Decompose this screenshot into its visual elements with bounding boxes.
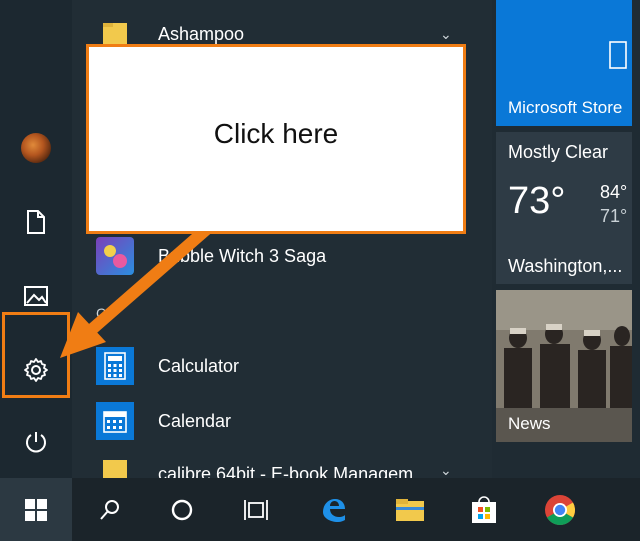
tile-label: News (508, 414, 551, 433)
weather-condition: Mostly Clear (508, 142, 609, 162)
task-view-button[interactable] (224, 478, 288, 541)
start-menu-rail (0, 0, 72, 478)
document-icon (27, 210, 45, 234)
tile-label: Microsoft Store (508, 98, 623, 117)
task-view-icon (244, 499, 268, 520)
chrome-button[interactable] (528, 478, 592, 541)
settings-highlight-box (2, 312, 70, 398)
list-item-bubble-witch[interactable]: Bubble Witch 3 Saga (96, 232, 326, 280)
list-item-calibre[interactable]: calibre 64bit - E-book Managem (96, 452, 413, 478)
taskbar (0, 478, 640, 541)
start-button[interactable] (0, 478, 72, 541)
cortana-icon (171, 499, 193, 520)
store-bag-icon (609, 41, 627, 69)
app-label: Bubble Witch 3 Saga (158, 245, 327, 266)
folder-icon (396, 498, 424, 521)
bubble-witch-icon (96, 237, 134, 275)
news-tile[interactable]: News (496, 290, 632, 442)
edge-icon (323, 498, 345, 522)
documents-button[interactable] (0, 194, 72, 250)
weather-tile[interactable]: Mostly Clear 73° 84° 71° Washington,... (496, 132, 632, 284)
microsoft-store-tile[interactable]: Microsoft Store (496, 0, 632, 126)
section-letter-c: C (96, 305, 107, 321)
calendar-icon (96, 402, 134, 440)
list-item-calendar[interactable]: Calendar (96, 397, 231, 445)
weather-city: Washington,... (508, 256, 623, 276)
callout-text: Click here (213, 118, 339, 149)
app-label: calibre 64bit - E-book Managem (158, 464, 414, 478)
search-icon (100, 499, 119, 520)
app-label: Calculator (158, 355, 240, 376)
live-tiles: Microsoft Store Mostly Clear 73° 84° 71°… (492, 0, 640, 478)
store-icon (472, 495, 496, 523)
picture-icon (24, 286, 48, 306)
weather-low: 71° (600, 206, 628, 226)
weather-temp: 73° (508, 180, 566, 222)
app-label: Ashampoo (158, 23, 245, 44)
weather-high: 84° (600, 182, 628, 202)
user-account-button[interactable] (0, 120, 72, 176)
store-button[interactable] (452, 478, 516, 541)
calculator-icon (96, 347, 134, 385)
app-label: Calendar (158, 410, 232, 431)
chevron-down-icon[interactable]: ⌄ (440, 26, 452, 43)
chrome-icon (545, 494, 576, 525)
search-button[interactable] (78, 478, 142, 541)
power-button[interactable] (0, 414, 72, 470)
file-explorer-button[interactable] (378, 478, 442, 541)
callout-box: Click here (86, 44, 466, 234)
avatar (21, 133, 51, 163)
chevron-down-icon[interactable]: ⌄ (440, 462, 452, 479)
folder-icon (96, 452, 134, 478)
cortana-button[interactable] (150, 478, 214, 541)
list-item-calculator[interactable]: Calculator (96, 342, 239, 390)
windows-logo-icon (25, 498, 47, 521)
edge-button[interactable] (302, 478, 366, 541)
power-icon (26, 432, 46, 453)
